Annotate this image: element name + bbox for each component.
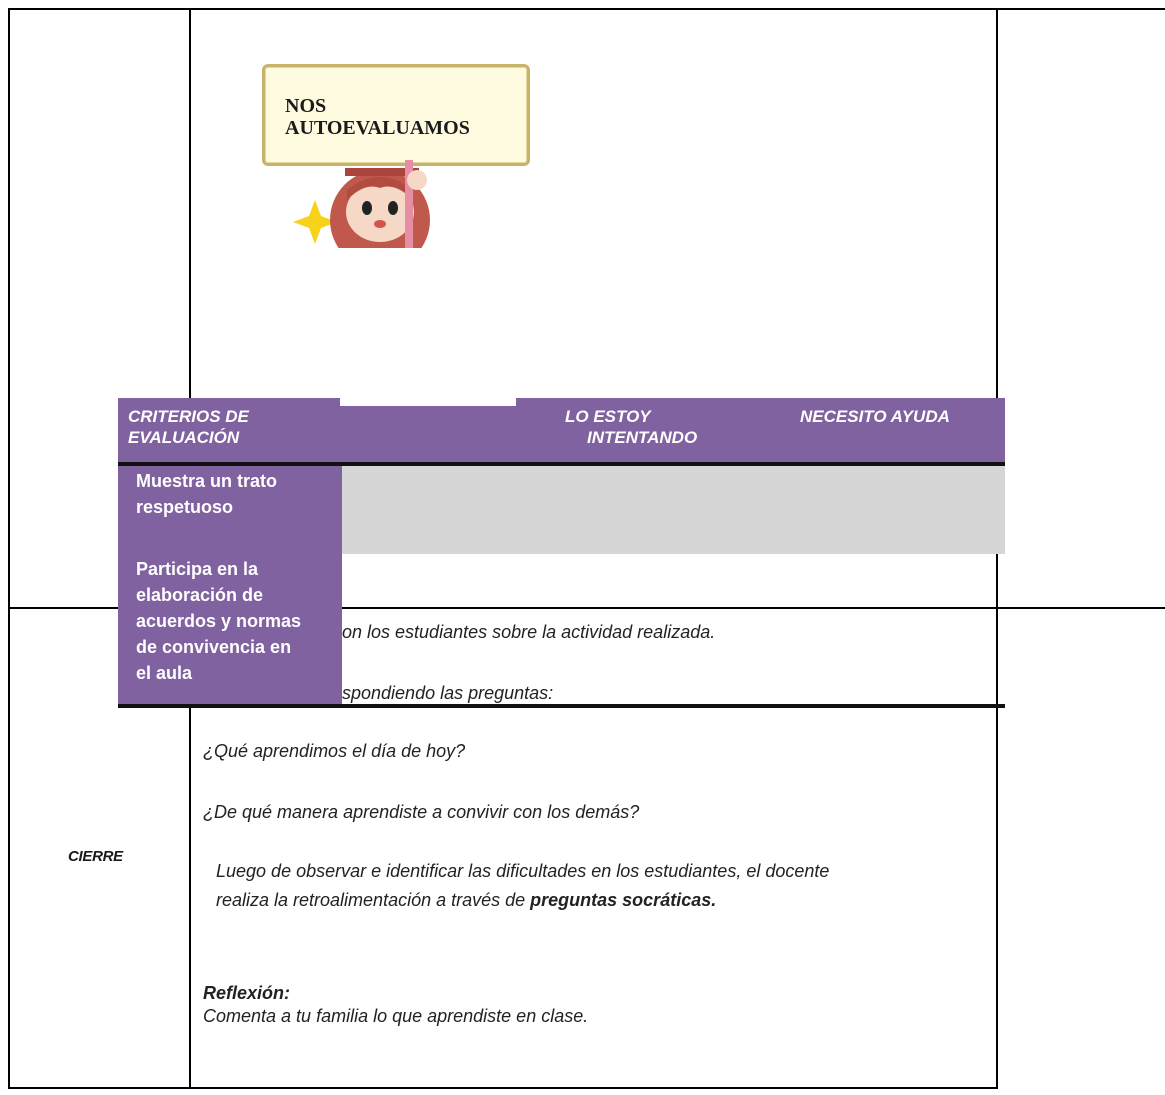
stage-label: CIERRE bbox=[68, 848, 123, 865]
criterion-2-line1: Participa en la bbox=[136, 559, 259, 579]
feedback-line-1: Luego de observar e identificar las difi… bbox=[216, 861, 830, 881]
sign-line-2: AUTOEVALUAMOS bbox=[285, 117, 470, 139]
feedback-line-2-bold: preguntas socráticas. bbox=[530, 890, 717, 910]
respond-text-partial: spondiendo las preguntas: bbox=[342, 683, 554, 703]
header-criteria: CRITERIOS DE EVALUACIÓN bbox=[128, 406, 249, 448]
header-trying-line1: LO ESTOY bbox=[565, 407, 651, 426]
header-trying: LO ESTOY INTENTANDO bbox=[565, 406, 697, 448]
rubric-bottom-rule bbox=[118, 704, 1005, 708]
criterion-2-line2: elaboración de bbox=[136, 585, 264, 605]
reflection-text: Comenta a tu familia lo que aprendiste e… bbox=[203, 1006, 589, 1026]
girl-illustration bbox=[293, 160, 430, 248]
header-criteria-line2: EVALUACIÓN bbox=[128, 428, 240, 447]
criterion-1-line2: respetuoso bbox=[136, 497, 234, 517]
feedback-line-2: realiza la retroalimentación a través de… bbox=[216, 890, 716, 911]
criterion-1-line1: Muestra un trato bbox=[136, 471, 278, 491]
header-criteria-line1: CRITERIOS DE bbox=[128, 407, 249, 426]
table-border-left bbox=[8, 8, 10, 1088]
sign-line-1: NOS bbox=[285, 95, 327, 117]
criterion-2-line3: acuerdos y normas bbox=[136, 611, 302, 631]
reflection-title: Reflexión: bbox=[203, 983, 291, 1003]
dialog-text-partial: on los estudiantes sobre la actividad re… bbox=[342, 622, 716, 642]
question-1: ¿Qué aprendimos el día de hoy? bbox=[203, 741, 466, 761]
question-2: ¿De qué manera aprendiste a convivir con… bbox=[203, 802, 640, 822]
header-help: NECESITO AYUDA bbox=[800, 407, 950, 426]
header-gap bbox=[340, 398, 516, 406]
criterion-1: Muestra un trato respetuoso bbox=[136, 468, 277, 520]
table-border-top bbox=[8, 8, 1165, 10]
criterion-2-line5: el aula bbox=[136, 663, 193, 683]
autoevaluation-sign: NOS AUTOEVALUAMOS bbox=[262, 64, 530, 166]
table-border-bottom bbox=[8, 1087, 998, 1089]
rubric-header: CRITERIOS DE EVALUACIÓN LO ESTOY INTENTA… bbox=[118, 398, 1005, 462]
criterion-2: Participa en la elaboración de acuerdos … bbox=[136, 556, 301, 686]
rubric-row-shading bbox=[342, 466, 1005, 554]
header-trying-line2: INTENTANDO bbox=[587, 428, 698, 447]
criterion-2-line4: de convivencia en bbox=[136, 637, 292, 657]
sign-text: NOS AUTOEVALUAMOS bbox=[285, 95, 470, 139]
feedback-line-2-prefix: realiza la retroalimentación a través de bbox=[216, 890, 531, 910]
criteria-column: Muestra un trato respetuoso Participa en… bbox=[118, 466, 342, 704]
